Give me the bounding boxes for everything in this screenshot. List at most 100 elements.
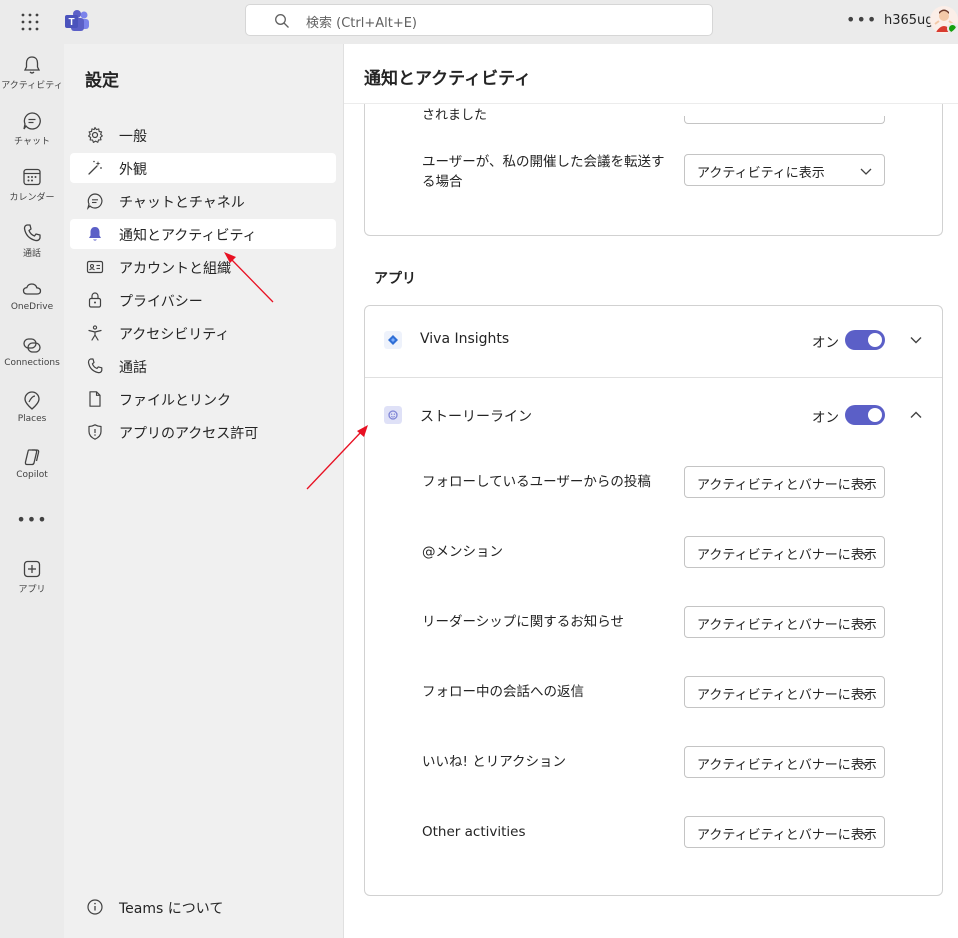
settings-item-appearance[interactable]: 外観 <box>70 153 336 183</box>
storyline-setting-dropdown[interactable]: アクティビティとバナーに表示 <box>684 536 885 568</box>
dropdown-value: アクティビティとバナーに表示 <box>697 828 877 843</box>
storyline-setting-dropdown[interactable]: アクティビティとバナーに表示 <box>684 606 885 638</box>
partial-dropdown[interactable] <box>684 116 885 124</box>
viva-insights-toggle[interactable] <box>845 330 885 350</box>
gear-icon <box>88 126 103 143</box>
storyline-setting-label: Other activities <box>422 824 526 840</box>
toggle-state-label: オン <box>812 335 839 351</box>
rail-item-activity[interactable]: アクティビティ <box>0 46 64 98</box>
chevron-up-icon[interactable] <box>909 408 923 422</box>
connections-icon <box>23 338 41 353</box>
app-row-viva-insights: Viva Insights オン <box>365 306 942 378</box>
settings-item-accounts[interactable]: アカウントと組織 <box>70 252 336 282</box>
rail-item-places[interactable]: Places <box>0 382 64 434</box>
settings-item-label: 通話 <box>119 360 147 376</box>
rail-label: Connections <box>4 358 60 368</box>
info-icon <box>87 899 103 915</box>
about-teams-link[interactable]: Teams について <box>70 892 336 922</box>
toggle-knob <box>868 333 882 347</box>
places-icon <box>24 391 40 410</box>
copilot-icon <box>24 449 40 466</box>
waffle-icon[interactable] <box>20 12 40 32</box>
accessibility-icon <box>88 325 102 341</box>
content-header: 通知とアクティビティ <box>344 44 958 104</box>
apps-card: Viva Insights オン ストーリーライン オン フォローしているユーザ… <box>364 305 943 896</box>
page-title: 通知とアクティビティ <box>364 69 532 89</box>
rail-item-calendar[interactable]: カレンダー <box>0 158 64 210</box>
dropdown-value: アクティビティとバナーに表示 <box>697 688 877 703</box>
rail-label: カレンダー <box>9 193 55 203</box>
chevron-down-icon <box>860 760 872 767</box>
presence-available-icon <box>947 23 958 34</box>
settings-item-label: 外観 <box>119 162 147 178</box>
id-card-icon <box>86 260 104 274</box>
rail-item-calls[interactable]: 通話 <box>0 214 64 266</box>
chevron-down-icon <box>860 830 872 837</box>
storyline-icon <box>384 406 402 424</box>
rail-item-copilot[interactable]: Copilot <box>0 438 64 490</box>
chevron-down-icon <box>860 480 872 487</box>
settings-item-notifications[interactable]: 通知とアクティビティ <box>70 219 336 249</box>
tenant-name[interactable]: h365ug <box>884 13 934 28</box>
lock-icon <box>88 292 102 308</box>
chat-icon <box>23 112 41 130</box>
settings-item-label: アプリのアクセス許可 <box>119 426 259 442</box>
rail-item-connections[interactable]: Connections <box>0 326 64 378</box>
storyline-setting-label: フォロー中の会話への返信 <box>422 684 584 700</box>
forward-meeting-label: ユーザーが、私の開催した会議を転送する場合 <box>422 154 665 190</box>
rail-item-chat[interactable]: チャット <box>0 102 64 154</box>
settings-item-label: アクセシビリティ <box>119 327 230 343</box>
cloud-icon <box>22 283 42 295</box>
storyline-toggle[interactable] <box>845 405 885 425</box>
storyline-setting-dropdown[interactable]: アクティビティとバナーに表示 <box>684 466 885 498</box>
toggle-state-label: オン <box>812 410 839 426</box>
teams-logo-icon: T <box>65 10 89 31</box>
chevron-down-icon[interactable] <box>909 333 923 347</box>
dropdown-value: アクティビティとバナーに表示 <box>697 478 877 493</box>
settings-item-chat-channels[interactable]: チャットとチャネル <box>70 186 336 216</box>
settings-item-accessibility[interactable]: アクセシビリティ <box>70 318 336 348</box>
app-name: ストーリーライン <box>420 409 532 425</box>
rail-more-icon[interactable]: ••• <box>0 510 64 529</box>
settings-item-label: ファイルとリンク <box>119 393 231 409</box>
svg-text:T: T <box>68 17 74 28</box>
settings-item-label: チャットとチャネル <box>119 195 245 211</box>
search-icon <box>275 14 289 28</box>
storyline-setting-label: リーダーシップに関するお知らせ <box>422 614 624 630</box>
shield-icon <box>88 424 102 440</box>
dropdown-value: アクティビティに表示 <box>697 166 825 181</box>
bell-filled-icon <box>89 227 101 241</box>
settings-content: 通知とアクティビティ されました ユーザーが、私の開催した会議を転送する場合 ア… <box>344 44 958 938</box>
forward-meeting-dropdown[interactable]: アクティビティに表示 <box>684 154 885 186</box>
storyline-setting-label: @メンション <box>422 544 503 560</box>
storyline-setting-dropdown[interactable]: アクティビティとバナーに表示 <box>684 676 885 708</box>
settings-item-files[interactable]: ファイルとリンク <box>70 384 336 414</box>
storyline-setting-dropdown[interactable]: アクティビティとバナーに表示 <box>684 746 885 778</box>
settings-item-calls[interactable]: 通話 <box>70 351 336 381</box>
calendar-icon <box>23 168 41 186</box>
storyline-setting-label: いいね! とリアクション <box>422 754 567 770</box>
dropdown-value: アクティビティとバナーに表示 <box>697 758 877 773</box>
viva-insights-icon <box>384 331 402 349</box>
storyline-setting-dropdown[interactable]: アクティビティとバナーに表示 <box>684 816 885 848</box>
title-bar: T 検索 (Ctrl+Alt+E) ••• h365ug <box>0 0 958 44</box>
rail-label: チャット <box>14 137 50 147</box>
settings-item-general[interactable]: 一般 <box>70 120 336 150</box>
chevron-down-icon <box>860 168 872 175</box>
dropdown-value: アクティビティとバナーに表示 <box>697 618 877 633</box>
chevron-down-icon <box>860 620 872 627</box>
add-app-icon <box>23 560 41 578</box>
search-placeholder: 検索 (Ctrl+Alt+E) <box>306 16 418 31</box>
app-name: Viva Insights <box>420 331 510 347</box>
toggle-knob <box>868 408 882 422</box>
more-options-icon[interactable]: ••• <box>846 10 877 29</box>
rail-item-onedrive[interactable]: OneDrive <box>0 270 64 322</box>
settings-item-privacy[interactable]: プライバシー <box>70 285 336 315</box>
rail-item-apps[interactable]: アプリ <box>0 550 64 602</box>
about-label: Teams について <box>119 901 224 917</box>
rail-label: Places <box>17 414 47 424</box>
partial-row-label: されました <box>422 108 488 123</box>
avatar[interactable] <box>930 6 958 34</box>
settings-item-app-permissions[interactable]: アプリのアクセス許可 <box>70 417 336 447</box>
search-box[interactable]: 検索 (Ctrl+Alt+E) <box>245 4 713 36</box>
